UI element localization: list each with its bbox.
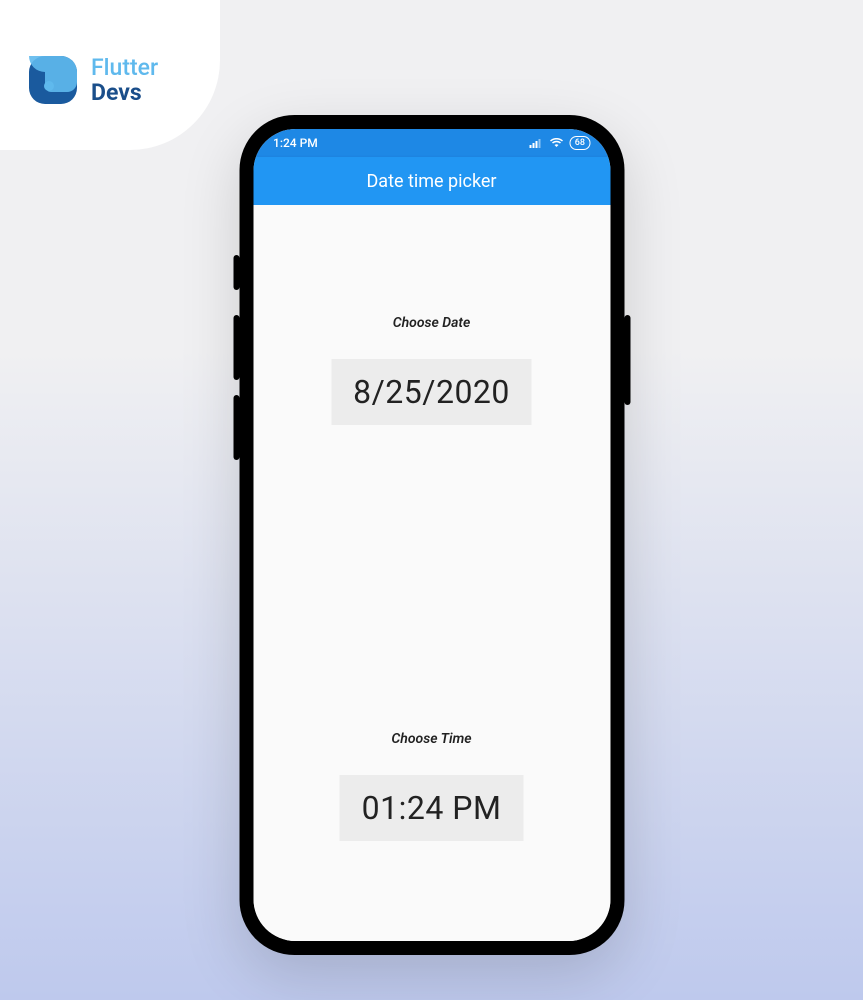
wifi-icon <box>550 138 564 148</box>
phone-volume-down <box>233 395 239 460</box>
selected-date-value: 8/25/2020 <box>353 373 510 411</box>
app-bar: Date time picker <box>253 157 610 205</box>
date-section: Choose Date 8/25/2020 <box>253 315 610 425</box>
date-picker-button[interactable]: 8/25/2020 <box>331 359 532 425</box>
phone-volume-up <box>233 315 239 380</box>
selected-time-value: 01:24 PM <box>362 789 502 827</box>
choose-time-label: Choose Time <box>391 731 471 747</box>
phone-screen: 1:24 PM <box>253 129 610 941</box>
status-bar: 1:24 PM <box>253 129 610 157</box>
status-time: 1:24 PM <box>273 136 318 150</box>
battery-indicator: 68 <box>570 136 590 150</box>
phone-mute-switch <box>233 255 239 290</box>
brand-line-1: Flutter <box>91 55 158 80</box>
choose-date-label: Choose Date <box>393 315 471 331</box>
brand-line-2: Devs <box>91 80 158 105</box>
phone-frame: 1:24 PM <box>239 115 624 955</box>
signal-icon <box>530 138 544 148</box>
time-section: Choose Time 01:24 PM <box>253 731 610 841</box>
phone-power-button <box>624 315 630 405</box>
brand-text: Flutter Devs <box>91 55 158 106</box>
status-right: 68 <box>530 136 590 150</box>
time-picker-button[interactable]: 01:24 PM <box>340 775 524 841</box>
battery-level: 68 <box>575 137 585 149</box>
flutter-devs-logo-icon <box>25 52 81 108</box>
spacer <box>253 425 610 731</box>
app-bar-title: Date time picker <box>366 171 496 192</box>
app-body: Choose Date 8/25/2020 Choose Time 01:24 … <box>253 205 610 941</box>
brand-badge: Flutter Devs <box>0 0 220 150</box>
